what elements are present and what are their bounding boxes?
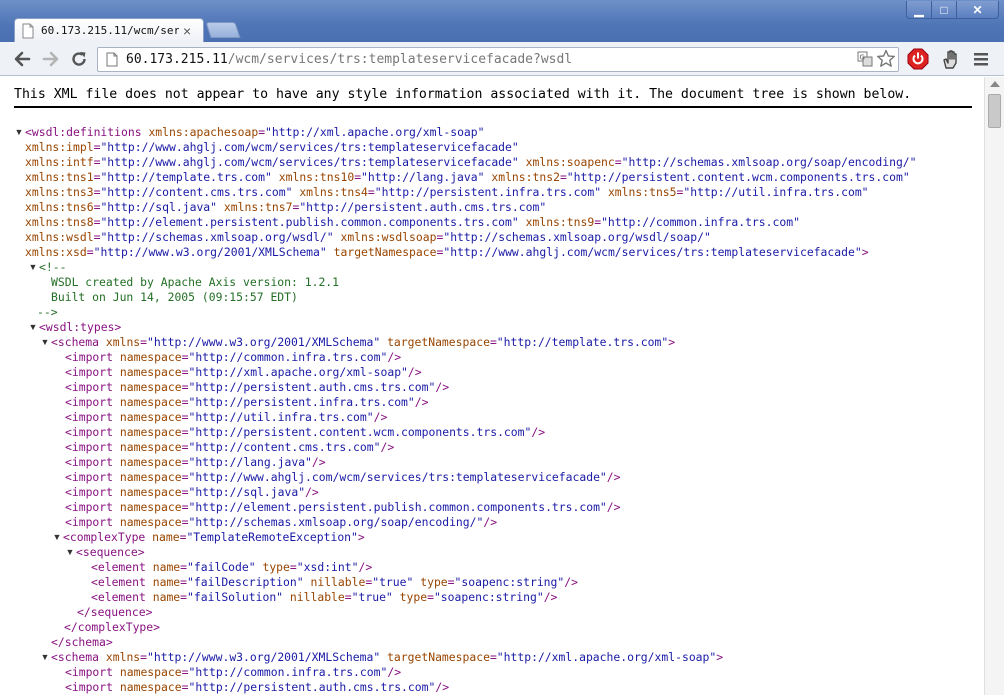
page-icon xyxy=(22,23,34,38)
collapse-arrow-icon[interactable]: ▼ xyxy=(40,335,50,350)
browser-toolbar: 60.173.215.11/wcm/services/trs:templates… xyxy=(0,42,1004,76)
new-tab-button[interactable] xyxy=(205,22,241,38)
xml-line: </schema> xyxy=(51,635,113,649)
collapse-arrow-icon[interactable]: ▼ xyxy=(65,545,75,560)
collapse-arrow-icon[interactable]: ▼ xyxy=(28,320,38,335)
xml-line: <import namespace="http://persistent.inf… xyxy=(65,395,429,409)
xml-line: <import namespace="http://persistent.aut… xyxy=(65,380,450,394)
xml-line: </complexType> xyxy=(64,620,161,634)
xml-line: <wsdl:definitions xmlns:apachesoap="http… xyxy=(25,125,485,139)
maximize-icon: □ xyxy=(940,2,948,17)
url-text[interactable]: 60.173.215.11/wcm/services/trs:templates… xyxy=(126,52,572,67)
page-content: This XML file does not appear to have an… xyxy=(0,77,984,695)
forward-icon xyxy=(42,51,59,67)
window-titlebar: 60.173.215.11/wcm/servi × ▁ □ ✕ xyxy=(0,0,1004,42)
browser-tab[interactable]: 60.173.215.11/wcm/servi × xyxy=(14,18,204,42)
xml-line: xmlns:tns8="http://element.persistent.pu… xyxy=(25,215,800,229)
menu-icon[interactable] xyxy=(973,51,989,67)
address-bar[interactable]: 60.173.215.11/wcm/services/trs:templates… xyxy=(97,47,899,72)
xml-line: <import namespace="http://util.infra.trs… xyxy=(65,410,388,424)
xml-line: <element name="failDescription" nillable… xyxy=(91,575,578,589)
xml-line: </sequence> xyxy=(77,605,153,619)
xml-line: xmlns:tns1="http://template.trs.com" xml… xyxy=(25,170,910,184)
xml-line: <import namespace="http://www.ahglj.com/… xyxy=(65,470,621,484)
xml-comment-text: Built on Jun 14, 2005 (09:15:57 EDT) xyxy=(51,290,298,304)
url-path: /wcm/services/trs:templateservicefacade?… xyxy=(227,52,573,67)
close-icon: ✕ xyxy=(972,2,983,17)
xml-line: <import namespace="http://schemas.xmlsoa… xyxy=(65,515,498,529)
translate-icon[interactable]: G xyxy=(857,51,873,67)
vertical-scrollbar[interactable] xyxy=(984,77,1004,695)
svg-text:G: G xyxy=(860,54,865,62)
tab-title: 60.173.215.11/wcm/servi xyxy=(41,24,179,37)
xml-line: <import namespace="http://lang.java"/> xyxy=(65,455,326,469)
stop-extension-icon[interactable] xyxy=(907,48,929,70)
collapse-arrow-icon[interactable]: ▼ xyxy=(40,650,50,665)
scroll-up-icon[interactable] xyxy=(990,81,1000,87)
xml-line: <schema xmlns="http://www.w3.org/2001/XM… xyxy=(51,650,724,664)
xml-line: <wsdl:types> xyxy=(39,320,122,334)
collapse-arrow-icon[interactable]: ▼ xyxy=(28,260,38,275)
xml-line: <element name="failSolution" nillable="t… xyxy=(91,590,558,604)
xml-line: <import namespace="http://common.infra.t… xyxy=(65,350,402,364)
collapse-arrow-icon[interactable]: ▼ xyxy=(14,125,24,140)
xml-line: <import namespace="http://persistent.con… xyxy=(65,425,546,439)
xml-line: xmlns:wsdl="http://schemas.xmlsoap.org/w… xyxy=(25,230,711,244)
xml-info-banner: This XML file does not appear to have an… xyxy=(14,87,972,108)
xml-comment-text: WSDL created by Apache Axis version: 1.2… xyxy=(51,275,340,289)
maximize-button[interactable]: □ xyxy=(931,1,957,19)
xml-line: xmlns:xsd="http://www.w3.org/2001/XMLSch… xyxy=(25,245,869,259)
url-host: 60.173.215.11 xyxy=(126,52,228,67)
star-icon[interactable] xyxy=(876,49,896,69)
xml-line: <sequence> xyxy=(76,545,145,559)
xml-line: <import namespace="http://persistent.aut… xyxy=(65,680,450,694)
reload-button[interactable] xyxy=(67,47,91,71)
xml-line: <complexType name="TemplateRemoteExcepti… xyxy=(63,530,365,544)
xml-line: xmlns:impl="http://www.ahglj.com/wcm/ser… xyxy=(25,140,519,154)
forward-button[interactable] xyxy=(39,47,63,71)
back-button[interactable] xyxy=(10,47,34,71)
close-window-button[interactable]: ✕ xyxy=(956,1,999,19)
hand-extension-icon[interactable] xyxy=(940,48,962,70)
xml-line: <import namespace="http://common.infra.t… xyxy=(65,665,402,679)
minimize-icon: ▁ xyxy=(914,2,924,17)
close-tab-icon[interactable]: × xyxy=(183,24,191,38)
xml-line: <element name="failCode" type="xsd:int"/… xyxy=(91,560,373,574)
xml-line: xmlns:tns6="http://sql.java" xmlns:tns7=… xyxy=(25,200,547,214)
xml-line: <import namespace="http://xml.apache.org… xyxy=(65,365,422,379)
back-icon xyxy=(14,51,31,67)
scrollbar-thumb[interactable] xyxy=(988,94,1001,128)
xml-line: xmlns:tns3="http://content.cms.trs.com" … xyxy=(25,185,869,199)
xml-line: <import namespace="http://element.persis… xyxy=(65,500,621,514)
reload-icon xyxy=(72,52,86,66)
xml-line: <schema xmlns="http://www.w3.org/2001/XM… xyxy=(51,335,676,349)
page-icon xyxy=(106,52,118,67)
xml-comment-close: --> xyxy=(37,305,58,319)
xml-line: xmlns:intf="http://www.ahglj.com/wcm/ser… xyxy=(25,155,917,169)
xml-comment-open: <!-- xyxy=(39,260,67,274)
xml-line: <import namespace="http://sql.java"/> xyxy=(65,485,319,499)
collapse-arrow-icon[interactable]: ▼ xyxy=(52,530,62,545)
xml-line: <import namespace="http://content.cms.tr… xyxy=(65,440,395,454)
minimize-button[interactable]: ▁ xyxy=(906,1,932,19)
